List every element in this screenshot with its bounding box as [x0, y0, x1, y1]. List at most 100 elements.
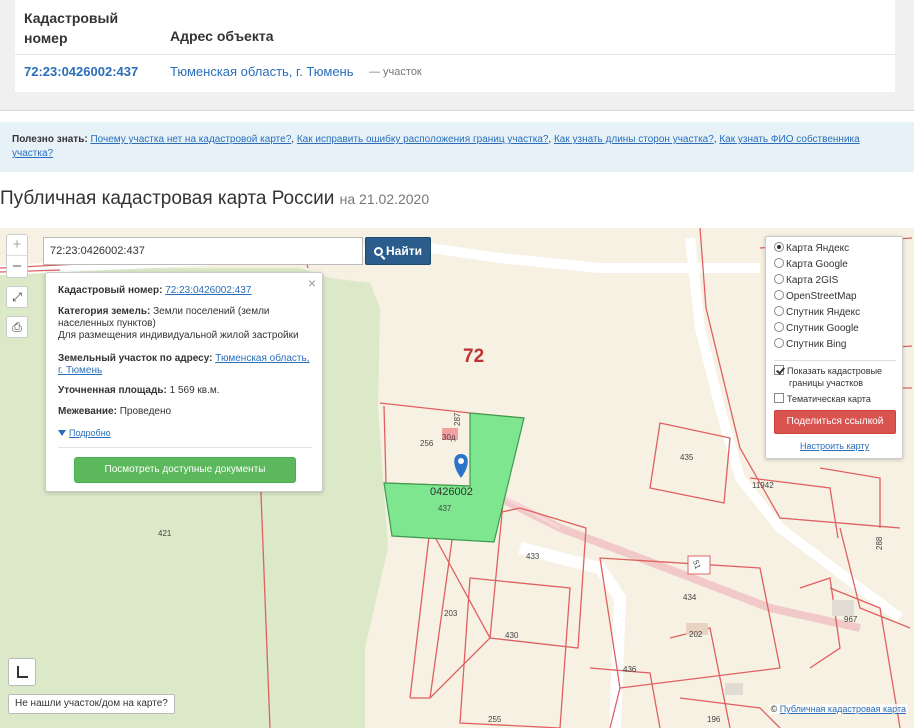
popup-cad-label: Кадастровый номер: [58, 285, 163, 296]
map-search-input[interactable] [43, 237, 363, 265]
layer-option-google-map[interactable]: Карта Google [774, 258, 848, 272]
show-borders-label-2: границы участков [789, 378, 864, 388]
show-borders-checkbox[interactable]: Показать кадастровые границы участков [774, 365, 882, 389]
parcel-label: 11942 [752, 481, 774, 490]
zoom-control: + – [6, 234, 28, 278]
parcel-label: 30д [442, 433, 456, 442]
page-title: Публичная кадастровая карта России на 21… [0, 188, 429, 210]
parcel-info-popup: × Кадастровый номер: 72:23:0426002:437 К… [45, 272, 323, 492]
popup-category-label: Категория земель: [58, 306, 151, 317]
map-attribution: © Публичная кадастровая карта [768, 704, 908, 714]
parcel-label: 434 [683, 593, 697, 602]
building [832, 600, 854, 616]
parcel-label: 287 [453, 412, 462, 426]
section-divider [0, 110, 914, 111]
attribution-prefix: © [770, 704, 778, 714]
popup-area-value: 1 569 кв.м. [169, 385, 220, 396]
popup-more-link[interactable]: Подробно [69, 428, 111, 438]
ruler-icon [17, 666, 28, 678]
checkbox-icon [774, 393, 784, 403]
popup-area-row: Уточненная площадь: 1 569 кв.м. [58, 385, 316, 397]
show-borders-label-1: Показать кадастровые [787, 366, 883, 376]
parcel-label: 255 [488, 715, 502, 724]
parcel-label: 433 [526, 552, 540, 561]
layer-option-google-satellite[interactable]: Спутник Google [774, 322, 859, 336]
parcel-label: 288 [875, 536, 884, 550]
info-prefix: Полезно знать: [12, 134, 88, 145]
useful-info-strip: Полезно знать: Почему участка нет на кад… [0, 122, 914, 172]
parcel-label: 430 [505, 631, 519, 640]
popup-survey-label: Межевание: [58, 406, 117, 417]
cadastral-map[interactable]: 72 0426002 437 256 287 30д 435 11942 421… [0, 228, 914, 728]
table-divider [15, 54, 895, 55]
address-link[interactable]: Тюменская область, г. Тюмень [170, 64, 354, 79]
popup-more-row[interactable]: Подробно [58, 427, 316, 440]
selected-parcel-label: 0426002 [430, 486, 473, 498]
search-button-label: Найти [386, 244, 422, 258]
not-found-button[interactable]: Не нашли участок/дом на карте? [8, 694, 175, 714]
page-title-text: Публичная кадастровая карта России [0, 188, 335, 209]
configure-map-link[interactable]: Настроить карту [800, 441, 869, 451]
radio-selected-icon [774, 242, 784, 252]
thematic-map-checkbox[interactable]: Тематическая карта [774, 393, 871, 405]
info-link-fix-borders[interactable]: Как исправить ошибку расположения границ… [297, 134, 549, 145]
layer-label: Спутник Google [786, 323, 859, 334]
results-table: Кадастровый номер Адрес объекта 72:23:04… [15, 0, 895, 92]
road-2 [518, 542, 627, 728]
parcel-label: 256 [420, 439, 434, 448]
attribution-link[interactable]: Публичная кадастровая карта [780, 704, 906, 714]
info-link-side-lengths[interactable]: Как узнать длины сторон участка? [554, 134, 714, 145]
layer-option-2gis-map[interactable]: Карта 2GIS [774, 274, 838, 288]
layer-label: Карта Google [786, 259, 848, 270]
layer-label: OpenStreetMap [786, 291, 857, 302]
popup-category-row: Категория земель: Земли поселений (земли… [58, 306, 316, 342]
parcel-label: 437 [438, 504, 452, 513]
column-header-address: Адрес объекта [170, 28, 274, 44]
popup-divider [58, 447, 312, 448]
view-documents-button[interactable]: Посмотреть доступные документы [74, 457, 296, 483]
parcel-label: 421 [158, 529, 172, 538]
layer-option-yandex-map[interactable]: Карта Яндекс [774, 242, 849, 256]
layer-option-osm[interactable]: OpenStreetMap [774, 290, 857, 304]
page-title-date: на 21.02.2020 [339, 191, 430, 207]
parcel-label: 436 [623, 665, 637, 674]
layer-label: Спутник Bing [786, 339, 847, 350]
parcel-label: 203 [444, 609, 458, 618]
search-button[interactable]: Найти [365, 237, 431, 265]
info-link-missing-parcel[interactable]: Почему участка нет на кадастровой карте? [90, 134, 291, 145]
radio-icon [774, 322, 784, 332]
zoom-in-button[interactable]: + [7, 235, 27, 256]
fullscreen-button[interactable]: ⤢ [6, 286, 28, 308]
radio-icon [774, 258, 784, 268]
print-button[interactable]: ⎙ [6, 316, 28, 338]
building [725, 683, 743, 695]
location-marker-icon [454, 454, 468, 478]
layer-option-bing-satellite[interactable]: Спутник Bing [774, 338, 847, 352]
popup-cad-link[interactable]: 72:23:0426002:437 [165, 285, 251, 296]
layer-option-yandex-satellite[interactable]: Спутник Яндекс [774, 306, 860, 320]
parcel-label: 967 [844, 615, 858, 624]
location-marker-dot [458, 458, 464, 464]
layer-label: Карта 2GIS [786, 275, 839, 286]
popup-survey-row: Межевание: Проведено [58, 406, 316, 418]
layer-label: Карта Яндекс [786, 243, 850, 254]
layers-panel: Карта Яндекс Карта Google Карта 2GIS Ope… [765, 236, 903, 459]
results-table-area: Кадастровый номер Адрес объекта 72:23:04… [0, 0, 914, 110]
print-icon: ⎙ [12, 320, 22, 334]
layers-divider [774, 360, 896, 361]
popup-use-value: Для размещения индивидуальной жилой заст… [58, 330, 299, 341]
radio-icon [774, 290, 784, 300]
ruler-button[interactable] [8, 658, 36, 686]
column-header-number: Кадастровый номер [24, 10, 119, 46]
layer-label: Спутник Яндекс [786, 307, 861, 318]
search-icon [374, 247, 383, 256]
popup-survey-value: Проведено [119, 406, 172, 417]
zoom-out-button[interactable]: – [7, 256, 27, 277]
popup-address-label: Земельный участок по адресу: [58, 353, 213, 364]
checkbox-checked-icon [774, 365, 784, 375]
quarter-label: 72 [463, 346, 484, 367]
expand-icon: ⤢ [12, 290, 22, 304]
share-link-button[interactable]: Поделиться ссылкой [774, 410, 896, 434]
cadastral-number-link[interactable]: 72:23:0426002:437 [24, 64, 138, 79]
popup-cad-row: Кадастровый номер: 72:23:0426002:437 [58, 285, 316, 297]
